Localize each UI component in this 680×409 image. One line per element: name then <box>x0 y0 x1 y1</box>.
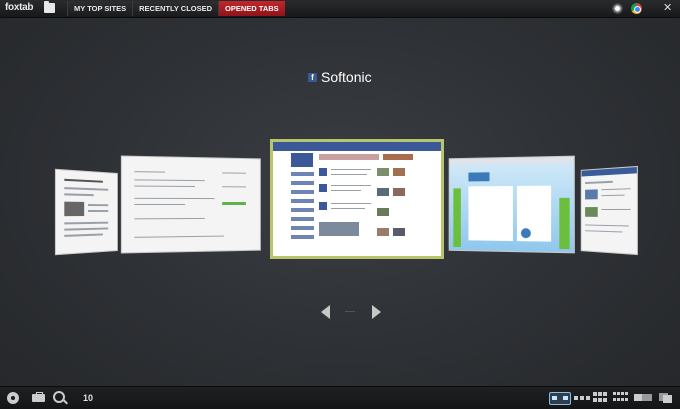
thumbnail-document[interactable] <box>120 155 261 254</box>
thumbnail-news-site[interactable] <box>54 168 118 256</box>
site-title-text: Softonic <box>321 69 372 85</box>
thumbnail-foxtab-site[interactable] <box>448 155 575 254</box>
thumbnail-facebook[interactable] <box>270 139 444 259</box>
small-grid-view-icon[interactable] <box>613 392 628 403</box>
thumbnail-web-page[interactable] <box>580 165 638 256</box>
carousel-view-icon[interactable] <box>549 392 571 405</box>
facebook-icon: f <box>308 72 317 82</box>
row-view-icon[interactable] <box>574 392 590 403</box>
tab-recently-closed[interactable]: RECENTLY CLOSED <box>132 1 219 16</box>
previous-arrow-icon[interactable] <box>321 305 330 319</box>
tab-count: 10 <box>83 393 94 403</box>
close-icon[interactable]: ✕ <box>663 1 672 14</box>
folder-icon[interactable] <box>44 1 55 13</box>
pager-indicator <box>345 311 355 312</box>
next-arrow-icon[interactable] <box>372 305 381 319</box>
tab-opened-tabs[interactable]: OPENED TABS <box>218 1 285 16</box>
bottom-bar: 10 <box>0 386 680 409</box>
tab-bar: MY TOP SITES RECENTLY CLOSED OPENED TABS <box>67 0 285 17</box>
tab-my-top-sites[interactable]: MY TOP SITES <box>67 1 133 16</box>
grid-view-icon[interactable] <box>593 392 607 403</box>
current-site-title: f Softonic <box>308 68 372 86</box>
stack-view-icon[interactable] <box>659 392 673 403</box>
search-icon[interactable] <box>53 391 65 403</box>
toolbox-icon[interactable] <box>32 392 45 402</box>
firefox-icon[interactable] <box>612 3 623 14</box>
gear-icon[interactable] <box>7 392 19 404</box>
facebook-header <box>273 142 441 151</box>
perspective-view-icon[interactable] <box>634 392 652 403</box>
top-bar: foxtab MY TOP SITES RECENTLY CLOSED OPEN… <box>0 0 680 18</box>
chrome-icon[interactable] <box>631 3 642 14</box>
foxtab-logo[interactable]: foxtab <box>5 2 34 13</box>
